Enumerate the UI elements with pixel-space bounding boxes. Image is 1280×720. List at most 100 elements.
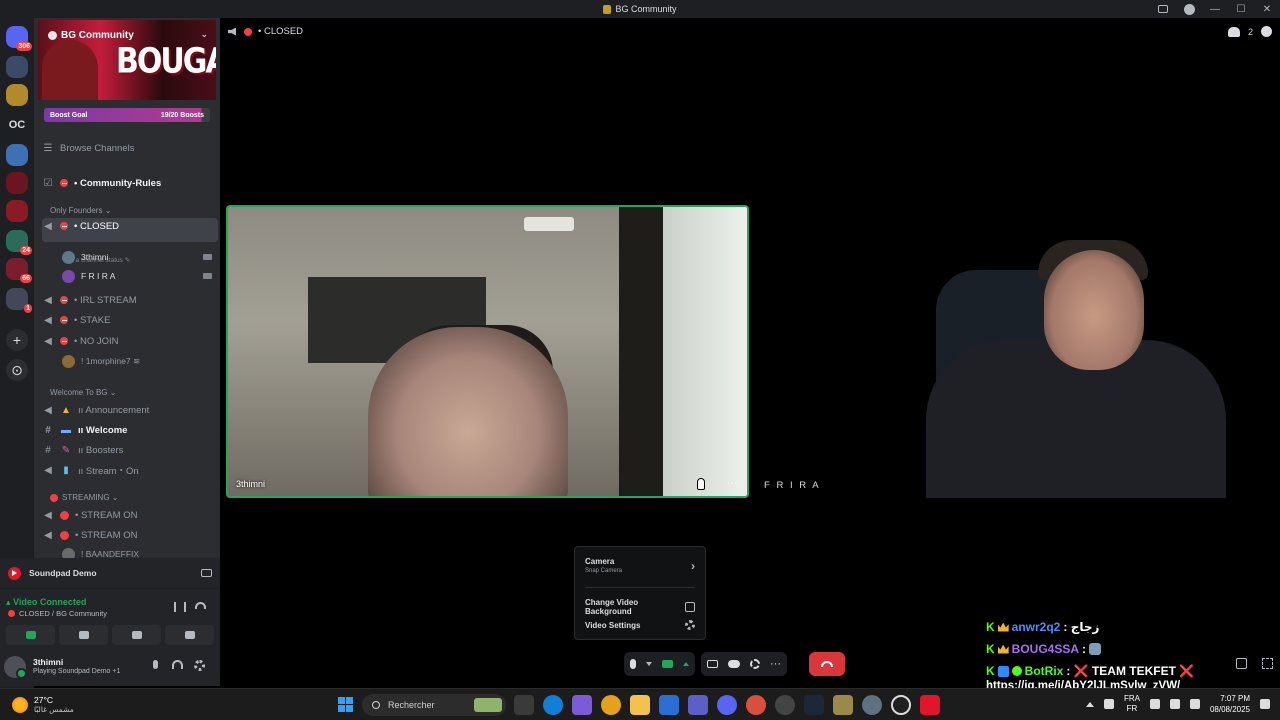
network-icon[interactable] xyxy=(1149,699,1160,709)
server-name[interactable]: BG Community xyxy=(48,30,134,41)
edge-icon[interactable] xyxy=(543,695,563,715)
soundboard-icon[interactable] xyxy=(750,659,760,669)
people-icon[interactable] xyxy=(1227,26,1240,37)
copilot-icon[interactable] xyxy=(572,695,592,715)
chevron-down-icon[interactable]: ⌄ xyxy=(200,29,208,40)
close-button[interactable]: ✕ xyxy=(1254,4,1280,15)
battery-icon[interactable] xyxy=(1189,699,1200,709)
activity-soundpad[interactable]: Soundpad Demo xyxy=(0,558,220,588)
deafen-button[interactable] xyxy=(172,660,184,672)
microphone-tray-icon[interactable] xyxy=(1103,699,1114,709)
user-avatar[interactable] xyxy=(4,656,27,679)
channel-stake[interactable]: ◀ • STAKE xyxy=(42,311,218,329)
disconnect-icon[interactable] xyxy=(195,602,206,609)
channel-welcome[interactable]: # ▬ ıı Welcome xyxy=(42,421,218,439)
add-server-icon[interactable]: + xyxy=(6,329,28,351)
chat-icon[interactable] xyxy=(1261,26,1272,37)
camera-toggle-button[interactable] xyxy=(6,625,55,645)
menu-item-camera[interactable]: Camera Snap Camera › xyxy=(585,557,695,574)
channel-boosters[interactable]: # ✎ ıı Boosters xyxy=(42,441,218,459)
xbox-icon[interactable] xyxy=(775,695,795,715)
server-icon-4[interactable] xyxy=(6,200,28,222)
screen-share-icon[interactable] xyxy=(201,569,212,577)
server-icon-6[interactable]: 66 xyxy=(6,258,32,283)
weather-widget[interactable]: 27°C مشمس غالبًا xyxy=(12,695,74,715)
server-icon-3[interactable] xyxy=(6,172,28,194)
channel-community-rules[interactable]: ☑ • Community-Rules xyxy=(42,174,218,192)
inbox-icon[interactable] xyxy=(1150,5,1176,13)
dm-home-button[interactable]: 306 xyxy=(6,26,32,51)
channel-closed[interactable]: ◀ • CLOSED xyxy=(42,218,218,242)
soundpad-app-icon[interactable] xyxy=(920,695,940,715)
server-icon-2[interactable] xyxy=(6,144,28,166)
teams-icon[interactable] xyxy=(688,695,708,715)
browse-channels[interactable]: ☰ Browse Channels xyxy=(42,139,218,157)
chevron-up-icon[interactable] xyxy=(1085,701,1094,707)
server-icon-oc[interactable]: OC xyxy=(6,114,28,136)
chevron-down-icon[interactable] xyxy=(646,662,652,666)
popout-icon[interactable] xyxy=(1236,658,1247,669)
obs-icon[interactable] xyxy=(891,695,911,715)
category-only-founders[interactable]: Only Founders ⌄ xyxy=(50,206,111,215)
voice-member-frira[interactable]: F R I R A xyxy=(62,268,212,284)
task-view-icon[interactable] xyxy=(514,695,534,715)
user-name[interactable]: 3thimni xyxy=(33,657,63,667)
server-banner[interactable]: BOUGASSAA BG Community ⌄ xyxy=(38,20,216,100)
chevron-up-icon[interactable] xyxy=(683,662,689,666)
camera-icon[interactable] xyxy=(662,660,673,668)
notifications-icon[interactable] xyxy=(1260,699,1270,709)
server-icon-5[interactable]: 24 xyxy=(6,230,32,255)
channel-irl-stream[interactable]: ◀ • IRL STREAM xyxy=(42,291,218,309)
video-tile-frira[interactable] xyxy=(906,240,1236,498)
soundboard-button[interactable] xyxy=(165,625,214,645)
file-explorer-icon[interactable] xyxy=(630,695,650,715)
voice-member-3thimni[interactable]: 3thimni xyxy=(62,249,212,265)
settings-app-icon[interactable] xyxy=(862,695,882,715)
chrome-icon[interactable] xyxy=(601,695,621,715)
explore-servers-icon[interactable]: ⊙ xyxy=(6,359,28,381)
channel-no-join[interactable]: ◀ • NO JOIN xyxy=(42,332,218,350)
game-app-icon[interactable] xyxy=(833,695,853,715)
hang-up-button[interactable] xyxy=(809,652,845,676)
noise-suppression-icon[interactable] xyxy=(174,602,186,612)
clock[interactable]: 7:07 PM 08/08/2025 xyxy=(1210,693,1250,715)
channel-stream-on-1[interactable]: ◀ • STREAM ON xyxy=(42,506,218,524)
maximize-button[interactable]: ☐ xyxy=(1228,4,1254,15)
tile-more-button[interactable]: ··· xyxy=(723,478,741,491)
server-folder[interactable]: 1 xyxy=(6,288,32,313)
fullscreen-icon[interactable] xyxy=(1262,658,1273,669)
menu-item-video-settings[interactable]: Video Settings xyxy=(585,620,695,630)
help-icon[interactable] xyxy=(1176,3,1202,15)
language-indicator[interactable]: FRA FR xyxy=(1124,694,1140,714)
server-icon-1[interactable] xyxy=(6,56,28,78)
volume-icon[interactable] xyxy=(1169,699,1180,709)
mute-button[interactable] xyxy=(150,660,162,672)
screen-share-icon[interactable] xyxy=(707,660,718,668)
taskbar-search[interactable]: Rechercher xyxy=(362,694,506,716)
boost-goal-bar[interactable]: Boost Goal 19/20 Boosts xyxy=(44,108,210,122)
voice-member-baandeffix[interactable]: ! BAANDEFFIX xyxy=(62,546,212,558)
windows-start-icon[interactable] xyxy=(338,697,353,712)
activities-button[interactable] xyxy=(112,625,161,645)
category-streaming[interactable]: STREAMING ⌄ xyxy=(50,493,118,502)
chrome-profile-icon[interactable] xyxy=(746,695,766,715)
category-welcome[interactable]: Welcome To BG ⌄ xyxy=(50,388,116,397)
gamepad-icon[interactable] xyxy=(728,660,740,668)
minimize-button[interactable]: — xyxy=(1202,4,1228,15)
screen-share-button[interactable] xyxy=(59,625,108,645)
channel-announcement[interactable]: ◀ ▲ ıı Announcement xyxy=(42,401,218,419)
store-icon[interactable] xyxy=(659,695,679,715)
more-options-icon[interactable]: ··· xyxy=(770,659,781,670)
voice-status[interactable]: ▴ Video Connected xyxy=(6,597,86,608)
steam-icon[interactable] xyxy=(804,695,824,715)
channel-stream-on-text[interactable]: ◀ ▮ ıı Stream・On xyxy=(42,461,218,479)
microphone-icon[interactable] xyxy=(630,659,636,669)
menu-item-change-video-background[interactable]: Change Video Background xyxy=(585,598,695,616)
channel-stream-on-2[interactable]: ◀ • STREAM ON xyxy=(42,526,218,544)
voice-location[interactable]: CLOSED / BG Community xyxy=(8,609,107,618)
video-tile-3thimni[interactable]: 3thimni ··· xyxy=(226,205,749,498)
server-icon-bg[interactable] xyxy=(6,84,28,106)
discord-icon[interactable] xyxy=(717,695,737,715)
voice-member-morphine[interactable]: ! 1morphine7 ≋ xyxy=(62,353,212,369)
user-settings-button[interactable] xyxy=(194,660,206,672)
